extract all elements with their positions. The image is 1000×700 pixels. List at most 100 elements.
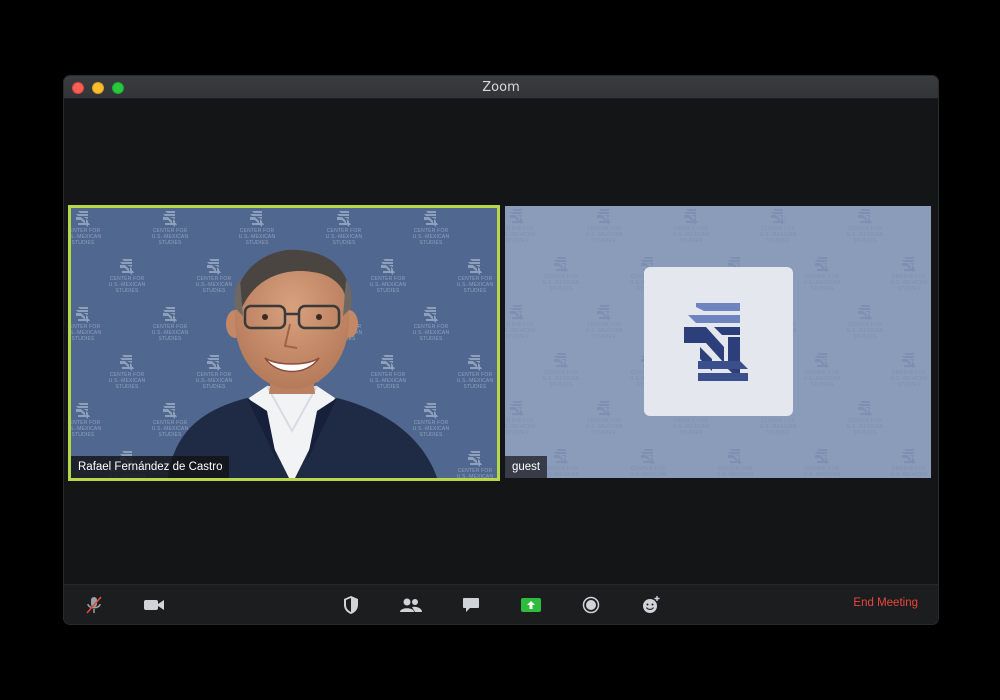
backdrop-logo-text: STUDIES xyxy=(496,432,497,438)
backdrop-logo-text: STUDIES xyxy=(496,336,497,342)
backdrop-logo-text: STUDIES xyxy=(505,334,529,340)
shield-icon xyxy=(344,596,358,614)
backdrop-logo-mark: CENTER FORU.S.-MEXICANSTUDIES xyxy=(505,304,539,340)
record-button[interactable] xyxy=(579,593,603,617)
backdrop-logo-text: STUDIES xyxy=(463,384,487,390)
backdrop-logo-mark: CENTER FORU.S.-MEXICANSTUDIES xyxy=(453,450,497,481)
backdrop-logo-mark: CENTER FORU.S.-MEXICANSTUDIES xyxy=(713,448,757,478)
chat-button[interactable] xyxy=(459,593,483,617)
backdrop-logo-mark: CENTER FORU.S.-MEXICANSTUDIES xyxy=(322,210,366,246)
backdrop-logo-mark: CENTER FORU.S.-MEXICANSTUDIES xyxy=(887,352,931,388)
participants-icon xyxy=(400,598,422,612)
backdrop-logo-text: STUDIES xyxy=(505,430,529,436)
backdrop-logo-mark: CENTER FORU.S.-MEXICANSTUDIES xyxy=(453,354,497,390)
participant-tile-active-speaker[interactable]: CENTER FOR U.S.-MEXICAN STUDIES CENTER FOR U… xyxy=(68,205,500,481)
cusmex-logo-icon xyxy=(684,303,748,381)
participant-name-label: guest xyxy=(505,456,548,478)
backdrop-logo-text: STUDIES xyxy=(897,286,921,292)
zoom-window: Zoom CENTER FOR U.S.-MEXICAN STUDIES CENTER… xyxy=(64,76,938,624)
backdrop-logo-text: STUDIES xyxy=(592,238,616,244)
backdrop-logo-text: STUDIES xyxy=(105,480,149,481)
backdrop-logo-mark: CENTER FORU.S.-MEXICANSTUDIES xyxy=(756,208,800,244)
backdrop-logo-mark: CENTER FORU.S.-MEXICANSTUDIES xyxy=(148,210,192,246)
backdrop-logo-text: STUDIES xyxy=(549,286,573,292)
backdrop-logo-mark: CENTER FORU.S.-MEXICANSTUDIES xyxy=(887,256,931,292)
backdrop-logo-text: STUDIES xyxy=(463,288,487,294)
backdrop-logo-text: STUDIES xyxy=(930,430,931,436)
backdrop-logo-mark: CENTER FORU.S.-MEXICANSTUDIES xyxy=(453,258,497,294)
backdrop-logo-mark: CENTER FORU.S.-MEXICANSTUDIES xyxy=(539,352,583,388)
backdrop-logo-mark: CENTER FORU.S.-MEXICANSTUDIES xyxy=(843,304,887,340)
backdrop-logo-text: STUDIES xyxy=(930,334,931,340)
title-bar: Zoom xyxy=(64,76,938,99)
backdrop-logo-mark: CENTER FORU.S.-MEXICANSTUDIES xyxy=(582,208,626,244)
mute-microphone-button[interactable] xyxy=(82,593,106,617)
microphone-muted-icon xyxy=(86,596,102,614)
backdrop-logo-text: STUDIES xyxy=(679,430,703,436)
window-title: Zoom xyxy=(482,80,520,95)
backdrop-logo-text: STUDIES xyxy=(71,240,95,246)
participant-video-image xyxy=(167,249,438,478)
smiley-add-icon xyxy=(643,596,660,613)
backdrop-logo-text: STUDIES xyxy=(853,334,877,340)
backdrop-logo-mark: CENTER FORU.S.-MEXICANSTUDIES xyxy=(71,210,105,246)
stop-video-button[interactable] xyxy=(142,593,166,617)
backdrop-logo-mark: CENTER FORU.S.-MEXICANSTUDIES xyxy=(409,210,453,246)
share-screen-icon xyxy=(521,598,541,612)
backdrop-logo-text: STUDIES xyxy=(766,238,790,244)
backdrop-logo-mark: CENTER FORU.S.-MEXICANSTUDIES xyxy=(800,352,844,388)
backdrop-logo-text: STUDIES xyxy=(496,240,497,246)
meeting-controls-bar: End Meeting xyxy=(64,584,938,624)
backdrop-logo-text: STUDIES xyxy=(810,286,834,292)
backdrop-logo-text: STUDIES xyxy=(930,238,931,244)
backdrop-logo-mark: CENTER FORU.S.-MEXICANSTUDIES xyxy=(887,448,931,478)
end-meeting-button[interactable]: End Meeting xyxy=(853,597,918,609)
backdrop-logo-mark: CENTER FORU.S.-MEXICANSTUDIES xyxy=(843,400,887,436)
backdrop-logo-text: STUDIES xyxy=(766,430,790,436)
reactions-button[interactable] xyxy=(639,593,663,617)
backdrop-logo-mark: CENTER FORU.S.-MEXICANSTUDIES xyxy=(71,402,105,438)
backdrop-logo-text: STUDIES xyxy=(192,480,236,481)
backdrop-logo-mark: CENTER FORU.S.-MEXICANSTUDIES xyxy=(843,208,887,244)
video-gallery: CENTER FOR U.S.-MEXICAN STUDIES CENTER FOR U… xyxy=(64,100,938,585)
backdrop-logo-mark: CENTER FORU.S.-MEXICANSTUDIES xyxy=(800,448,844,478)
backdrop-logo-mark: CENTER FORU.S.-MEXICANSTUDIES xyxy=(496,306,497,342)
backdrop-logo-text: STUDIES xyxy=(810,382,834,388)
backdrop-logo-text: STUDIES xyxy=(279,480,323,481)
backdrop-logo-mark: CENTER FORU.S.-MEXICANSTUDIES xyxy=(930,400,931,436)
share-screen-button[interactable] xyxy=(519,593,543,617)
backdrop-logo-mark: CENTER FORU.S.-MEXICANSTUDIES xyxy=(496,402,497,438)
backdrop-logo-text: STUDIES xyxy=(71,336,95,342)
backdrop-logo-mark: CENTER FORU.S.-MEXICANSTUDIES xyxy=(930,208,931,244)
backdrop-logo-mark: CENTER FORU.S.-MEXICANSTUDIES xyxy=(582,304,626,340)
backdrop-logo-text: STUDIES xyxy=(453,480,497,481)
backdrop-logo-mark: CENTER FORU.S.-MEXICANSTUDIES xyxy=(235,210,279,246)
backdrop-logo-text: STUDIES xyxy=(592,334,616,340)
backdrop-logo-text: STUDIES xyxy=(366,480,410,481)
backdrop-logo-text: STUDIES xyxy=(679,238,703,244)
backdrop-logo-mark: CENTER FORU.S.-MEXICANSTUDIES xyxy=(626,448,670,478)
chat-bubble-icon xyxy=(463,598,479,612)
participant-tile-guest[interactable]: CENTER FORU.S.-MEXICANSTUDIESCENTER FORU… xyxy=(505,206,931,478)
backdrop-logo-mark: CENTER FORU.S.-MEXICANSTUDIES xyxy=(582,400,626,436)
backdrop-logo-text: STUDIES xyxy=(853,238,877,244)
backdrop-logo-mark: CENTER FORU.S.-MEXICANSTUDIES xyxy=(800,256,844,292)
backdrop-logo-mark: CENTER FORU.S.-MEXICANSTUDIES xyxy=(505,400,539,436)
backdrop-logo-mark: CENTER FORU.S.-MEXICANSTUDIES xyxy=(71,306,105,342)
backdrop-logo-text: U.S.-MEXICAN xyxy=(456,474,494,480)
backdrop-logo-mark: CENTER FORU.S.-MEXICANSTUDIES xyxy=(505,208,539,244)
record-icon xyxy=(582,596,600,614)
backdrop-logo-text: STUDIES xyxy=(71,432,95,438)
participant-name-label: Rafael Fernández de Castro xyxy=(71,456,230,478)
backdrop-logo-text: STUDIES xyxy=(897,382,921,388)
backdrop-logo-text: STUDIES xyxy=(549,382,573,388)
security-button[interactable] xyxy=(339,593,363,617)
backdrop-logo-mark: CENTER FORU.S.-MEXICANSTUDIES xyxy=(930,304,931,340)
backdrop-logo-mark: CENTER FORU.S.-MEXICANSTUDIES xyxy=(539,256,583,292)
participants-button[interactable] xyxy=(399,593,423,617)
backdrop-logo-text: STUDIES xyxy=(853,430,877,436)
backdrop-logo-mark: CENTER FORU.S.-MEXICANSTUDIES xyxy=(496,210,497,246)
backdrop-logo-mark: CENTER FORU.S.-MEXICANSTUDIES xyxy=(669,208,713,244)
video-camera-icon xyxy=(144,600,164,610)
backdrop-logo-text: STUDIES xyxy=(592,430,616,436)
